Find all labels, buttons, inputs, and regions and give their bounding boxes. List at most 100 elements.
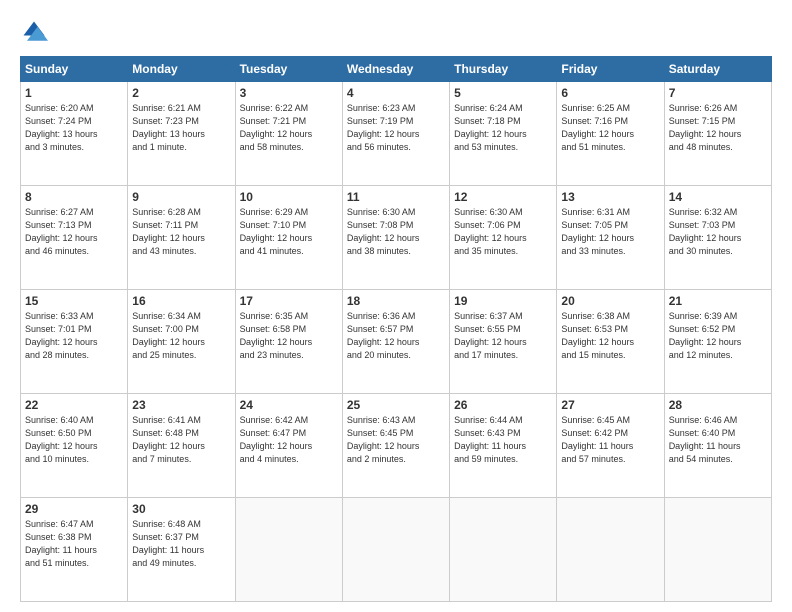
calendar-day-cell: 15Sunrise: 6:33 AMSunset: 7:01 PMDayligh… [21, 290, 128, 394]
calendar-day-cell: 25 Sunrise: 6:43 AMSunset: 6:45 PMDayligh… [342, 394, 449, 498]
day-info: Sunrise: 6:40 AMSunset: 6:50 PMDaylight:… [25, 414, 123, 466]
calendar-day-cell: 8 Sunrise: 6:27 AMSunset: 7:13 PMDaylight… [21, 186, 128, 290]
day-info: Sunrise: 6:20 AMSunset: 7:24 PMDaylight:… [25, 102, 123, 154]
day-info: Sunrise: 6:33 AMSunset: 7:01 PMDaylight:… [25, 310, 123, 362]
calendar-day-cell [235, 498, 342, 602]
day-number: 24 [240, 398, 338, 412]
calendar-day-cell: 11 Sunrise: 6:30 AMSunset: 7:08 PMDayligh… [342, 186, 449, 290]
calendar-day-cell: 28 Sunrise: 6:46 AMSunset: 6:40 PMDayligh… [664, 394, 771, 498]
day-info: Sunrise: 6:41 AMSunset: 6:48 PMDaylight:… [132, 414, 230, 466]
day-info: Sunrise: 6:25 AMSunset: 7:16 PMDaylight:… [561, 102, 659, 154]
calendar-day-cell: 26Sunrise: 6:44 AMSunset: 6:43 PMDayligh… [450, 394, 557, 498]
calendar-day-cell: 14 Sunrise: 6:32 AMSunset: 7:03 PMDayligh… [664, 186, 771, 290]
day-info: Sunrise: 6:32 AMSunset: 7:03 PMDaylight:… [669, 206, 767, 258]
day-number: 6 [561, 86, 659, 100]
day-info: Sunrise: 6:30 AMSunset: 7:06 PMDaylight:… [454, 206, 552, 258]
day-info: Sunrise: 6:24 AMSunset: 7:18 PMDaylight:… [454, 102, 552, 154]
day-info: Sunrise: 6:21 AMSunset: 7:23 PMDaylight:… [132, 102, 230, 154]
calendar-table: SundayMondayTuesdayWednesdayThursdayFrid… [20, 56, 772, 602]
day-info: Sunrise: 6:23 AMSunset: 7:19 PMDaylight:… [347, 102, 445, 154]
day-number: 11 [347, 190, 445, 204]
day-number: 7 [669, 86, 767, 100]
calendar-day-cell: 6 Sunrise: 6:25 AMSunset: 7:16 PMDaylight… [557, 82, 664, 186]
calendar-header-row: SundayMondayTuesdayWednesdayThursdayFrid… [21, 57, 772, 82]
calendar-week-row: 29 Sunrise: 6:47 AMSunset: 6:38 PMDayligh… [21, 498, 772, 602]
calendar-day-cell: 24 Sunrise: 6:42 AMSunset: 6:47 PMDayligh… [235, 394, 342, 498]
day-info: Sunrise: 6:29 AMSunset: 7:10 PMDaylight:… [240, 206, 338, 258]
calendar-day-cell: 17Sunrise: 6:35 AMSunset: 6:58 PMDayligh… [235, 290, 342, 394]
day-info: Sunrise: 6:26 AMSunset: 7:15 PMDaylight:… [669, 102, 767, 154]
calendar-day-cell: 1 Sunrise: 6:20 AMSunset: 7:24 PMDaylight… [21, 82, 128, 186]
day-number: 13 [561, 190, 659, 204]
calendar-day-cell: 18 Sunrise: 6:36 AMSunset: 6:57 PMDayligh… [342, 290, 449, 394]
calendar-header-cell: Sunday [21, 57, 128, 82]
calendar-day-cell: 20 Sunrise: 6:38 AMSunset: 6:53 PMDayligh… [557, 290, 664, 394]
day-number: 25 [347, 398, 445, 412]
calendar-day-cell: 13 Sunrise: 6:31 AMSunset: 7:05 PMDayligh… [557, 186, 664, 290]
calendar-day-cell: 22 Sunrise: 6:40 AMSunset: 6:50 PMDayligh… [21, 394, 128, 498]
calendar-body: 1 Sunrise: 6:20 AMSunset: 7:24 PMDaylight… [21, 82, 772, 602]
day-info: Sunrise: 6:36 AMSunset: 6:57 PMDaylight:… [347, 310, 445, 362]
calendar-day-cell: 19 Sunrise: 6:37 AMSunset: 6:55 PMDayligh… [450, 290, 557, 394]
day-info: Sunrise: 6:48 AMSunset: 6:37 PMDaylight:… [132, 518, 230, 570]
day-number: 4 [347, 86, 445, 100]
day-info: Sunrise: 6:45 AMSunset: 6:42 PMDaylight:… [561, 414, 659, 466]
day-number: 12 [454, 190, 552, 204]
day-number: 18 [347, 294, 445, 308]
calendar-day-cell: 9 Sunrise: 6:28 AMSunset: 7:11 PMDaylight… [128, 186, 235, 290]
calendar-day-cell: 30 Sunrise: 6:48 AMSunset: 6:37 PMDayligh… [128, 498, 235, 602]
day-number: 16 [132, 294, 230, 308]
day-info: Sunrise: 6:47 AMSunset: 6:38 PMDaylight:… [25, 518, 123, 570]
day-info: Sunrise: 6:46 AMSunset: 6:40 PMDaylight:… [669, 414, 767, 466]
calendar-header-cell: Monday [128, 57, 235, 82]
day-info: Sunrise: 6:22 AMSunset: 7:21 PMDaylight:… [240, 102, 338, 154]
day-number: 5 [454, 86, 552, 100]
day-info: Sunrise: 6:44 AMSunset: 6:43 PMDaylight:… [454, 414, 552, 466]
day-number: 17 [240, 294, 338, 308]
day-info: Sunrise: 6:27 AMSunset: 7:13 PMDaylight:… [25, 206, 123, 258]
calendar-day-cell [664, 498, 771, 602]
day-info: Sunrise: 6:39 AMSunset: 6:52 PMDaylight:… [669, 310, 767, 362]
day-number: 29 [25, 502, 123, 516]
page: SundayMondayTuesdayWednesdayThursdayFrid… [0, 0, 792, 612]
day-number: 21 [669, 294, 767, 308]
calendar-day-cell [342, 498, 449, 602]
header [20, 18, 772, 46]
calendar-week-row: 22 Sunrise: 6:40 AMSunset: 6:50 PMDayligh… [21, 394, 772, 498]
day-number: 20 [561, 294, 659, 308]
calendar-day-cell: 7 Sunrise: 6:26 AMSunset: 7:15 PMDaylight… [664, 82, 771, 186]
day-number: 2 [132, 86, 230, 100]
day-number: 1 [25, 86, 123, 100]
calendar-header-cell: Saturday [664, 57, 771, 82]
day-info: Sunrise: 6:43 AMSunset: 6:45 PMDaylight:… [347, 414, 445, 466]
day-number: 28 [669, 398, 767, 412]
calendar-week-row: 8 Sunrise: 6:27 AMSunset: 7:13 PMDaylight… [21, 186, 772, 290]
day-number: 19 [454, 294, 552, 308]
calendar-day-cell: 2 Sunrise: 6:21 AMSunset: 7:23 PMDaylight… [128, 82, 235, 186]
day-info: Sunrise: 6:34 AMSunset: 7:00 PMDaylight:… [132, 310, 230, 362]
day-number: 30 [132, 502, 230, 516]
calendar-header-cell: Thursday [450, 57, 557, 82]
day-info: Sunrise: 6:28 AMSunset: 7:11 PMDaylight:… [132, 206, 230, 258]
calendar-header-cell: Tuesday [235, 57, 342, 82]
day-number: 27 [561, 398, 659, 412]
calendar-day-cell: 3Sunrise: 6:22 AMSunset: 7:21 PMDaylight… [235, 82, 342, 186]
calendar-day-cell: 21 Sunrise: 6:39 AMSunset: 6:52 PMDayligh… [664, 290, 771, 394]
day-info: Sunrise: 6:31 AMSunset: 7:05 PMDaylight:… [561, 206, 659, 258]
calendar-day-cell [557, 498, 664, 602]
calendar-header-cell: Friday [557, 57, 664, 82]
logo [20, 18, 52, 46]
calendar-day-cell: 10Sunrise: 6:29 AMSunset: 7:10 PMDayligh… [235, 186, 342, 290]
day-info: Sunrise: 6:37 AMSunset: 6:55 PMDaylight:… [454, 310, 552, 362]
calendar-day-cell: 4 Sunrise: 6:23 AMSunset: 7:19 PMDaylight… [342, 82, 449, 186]
calendar-week-row: 1 Sunrise: 6:20 AMSunset: 7:24 PMDaylight… [21, 82, 772, 186]
day-number: 14 [669, 190, 767, 204]
day-info: Sunrise: 6:42 AMSunset: 6:47 PMDaylight:… [240, 414, 338, 466]
day-number: 9 [132, 190, 230, 204]
day-number: 22 [25, 398, 123, 412]
day-number: 23 [132, 398, 230, 412]
day-info: Sunrise: 6:38 AMSunset: 6:53 PMDaylight:… [561, 310, 659, 362]
day-number: 8 [25, 190, 123, 204]
day-info: Sunrise: 6:30 AMSunset: 7:08 PMDaylight:… [347, 206, 445, 258]
calendar-day-cell: 12 Sunrise: 6:30 AMSunset: 7:06 PMDayligh… [450, 186, 557, 290]
